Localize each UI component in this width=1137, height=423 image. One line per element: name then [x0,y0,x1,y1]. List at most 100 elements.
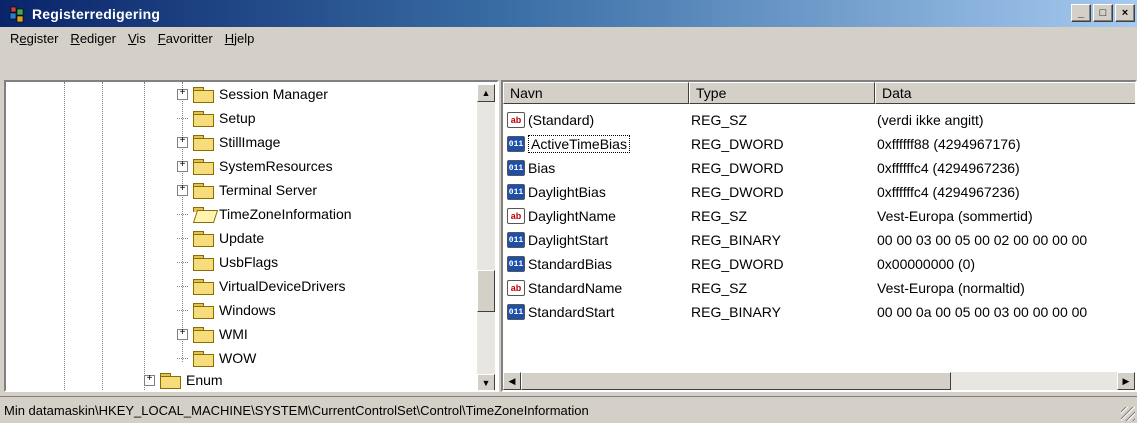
folder-icon [192,110,214,127]
tree-item-label: Setup [219,110,256,126]
tree-item[interactable]: + Session Manager [177,82,328,106]
tree-item-label: Windows [219,302,276,318]
tree-item-label: WMI [219,326,248,342]
scroll-up-button[interactable]: ▲ [477,84,495,102]
resize-grip-icon[interactable] [1121,407,1135,421]
tree-item[interactable]: + StillImage [177,130,280,154]
tree-item[interactable]: VirtualDeviceDrivers [177,274,346,298]
expand-icon[interactable]: + [177,328,188,340]
tree-connector [177,213,188,215]
title-bar: Registerredigering _ □ × [0,0,1137,27]
table-row[interactable]: 011 StandardBias REG_DWORD 0x00000000 (0) [507,252,1135,276]
tree-item-label: Enum [186,372,223,388]
close-button[interactable]: × [1115,4,1135,22]
menu-item-favoritter[interactable]: Favoritter [152,31,219,46]
table-row[interactable]: 011 StandardStart REG_BINARY 00 00 0a 00 05… [507,300,1135,324]
expand-icon[interactable]: + [177,160,188,172]
tree-item[interactable]: TimeZoneInformation [177,202,352,226]
value-name: DaylightStart [528,232,609,248]
cell-name: 011 DaylightBias [507,184,691,200]
tree-item[interactable]: + Terminal Server [177,178,317,202]
status-path: Min datamaskin\HKEY_LOCAL_MACHINE\SYSTEM… [4,402,589,418]
value-name: DaylightBias [528,184,606,200]
folder-icon [192,254,214,271]
tree-vertical-scrollbar[interactable]: ▲ ▼ [477,84,495,390]
menu-item-rediger[interactable]: Rediger [64,31,122,46]
table-row[interactable]: 011 DaylightBias REG_DWORD 0xffffffc4 (4294… [507,180,1135,204]
binary-value-icon: 011 [507,160,525,176]
expand-icon[interactable]: + [177,136,188,148]
cell-name: 011 Bias [507,160,691,176]
tree-item-label: Terminal Server [219,182,318,198]
tree-item[interactable]: Windows [177,298,276,322]
string-value-icon: ab [507,280,525,296]
cell-name: 011 StandardStart [507,304,691,320]
menu-bar: Register Rediger Vis Favoritter Hjelp [0,27,1137,49]
expand-icon[interactable]: + [177,88,188,100]
value-name: ActiveTimeBias [528,135,630,153]
string-value-icon: ab [507,208,525,224]
tree-item-label: Session Manager [219,86,328,102]
maximize-button[interactable]: □ [1093,4,1113,22]
tree-connector [177,261,188,263]
column-header-type[interactable]: Type [689,82,875,104]
folder-icon [192,302,214,319]
column-header-data[interactable]: Data [875,82,1135,104]
menu-item-vis[interactable]: Vis [122,31,152,46]
scroll-thumb[interactable] [477,270,495,312]
tree-item-label: TimeZoneInformation [219,206,352,222]
list-horizontal-scrollbar[interactable]: ◀ ▶ [503,372,1135,390]
tree-item-label: WOW [219,350,257,366]
value-name: StandardStart [528,304,615,320]
scroll-down-button[interactable]: ▼ [477,374,495,390]
tree-item[interactable]: WOW [177,346,256,370]
scroll-right-button[interactable]: ▶ [1117,372,1135,390]
registry-key-tree[interactable]: ▲ ▼ + Session Manager Setup + StillImage + Sys… [4,80,499,392]
value-type: REG_DWORD [691,184,784,200]
expand-icon[interactable]: + [177,184,188,196]
value-type: REG_SZ [691,208,748,224]
tree-item[interactable]: Setup [177,106,256,130]
value-type: REG_DWORD [691,256,784,272]
value-data: Vest-Europa (normaltid) [877,280,1025,296]
menu-item-hjelp[interactable]: Hjelp [219,31,261,46]
tree-item[interactable]: UsbFlags [177,250,278,274]
tree-item-label: SystemResources [219,158,333,174]
tree-item[interactable]: + Enum [144,368,223,390]
column-header-name[interactable]: Navn [503,82,689,104]
value-type: REG_DWORD [691,136,784,152]
folder-icon [192,134,214,151]
tree-item[interactable]: Update [177,226,264,250]
table-row[interactable]: ab StandardName REG_SZ Vest-Europa (normalt… [507,276,1135,300]
value-data: Vest-Europa (sommertid) [877,208,1033,224]
horizontal-scroll-thumb[interactable] [521,372,951,390]
value-type: REG_BINARY [691,232,781,248]
tree-item[interactable]: + WMI [177,322,248,346]
value-data: 0xffffff88 (4294967176) [877,136,1021,152]
binary-value-icon: 011 [507,256,525,272]
open-folder-icon [192,206,214,222]
table-row[interactable]: 011 Bias REG_DWORD 0xffffffc4 (4294967236) [507,156,1135,180]
folder-icon [192,326,214,343]
table-row[interactable]: ab (Standard) REG_SZ (verdi ikke angitt) [507,108,1135,132]
menu-item-register[interactable]: Register [4,31,64,46]
folder-icon [192,230,214,247]
scroll-left-button[interactable]: ◀ [503,372,521,390]
cell-name: ab StandardName [507,280,691,296]
cell-name: ab (Standard) [507,112,691,128]
binary-value-icon: 011 [507,232,525,248]
tree-item[interactable]: + SystemResources [177,154,333,178]
tree-connector [177,285,188,287]
cell-name: 011 StandardBias [507,256,691,272]
table-row[interactable]: 011 DaylightStart REG_BINARY 00 00 03 00 05… [507,228,1135,252]
value-name: StandardName [528,280,623,296]
table-row[interactable]: ab DaylightName REG_SZ Vest-Europa (sommert… [507,204,1135,228]
registry-value-list[interactable]: Navn Type Data ◀ ▶ ab (Standard) REG_SZ (ve… [501,80,1137,392]
folder-icon [192,278,214,295]
expand-icon[interactable]: + [144,374,155,386]
table-row[interactable]: 011 ActiveTimeBias REG_DWORD 0xffffff88 (42… [507,132,1135,156]
minimize-button[interactable]: _ [1071,4,1091,22]
tree-item-label: Update [219,230,265,246]
status-bar: Min datamaskin\HKEY_LOCAL_MACHINE\SYSTEM… [0,396,1137,423]
folder-icon [192,182,214,199]
